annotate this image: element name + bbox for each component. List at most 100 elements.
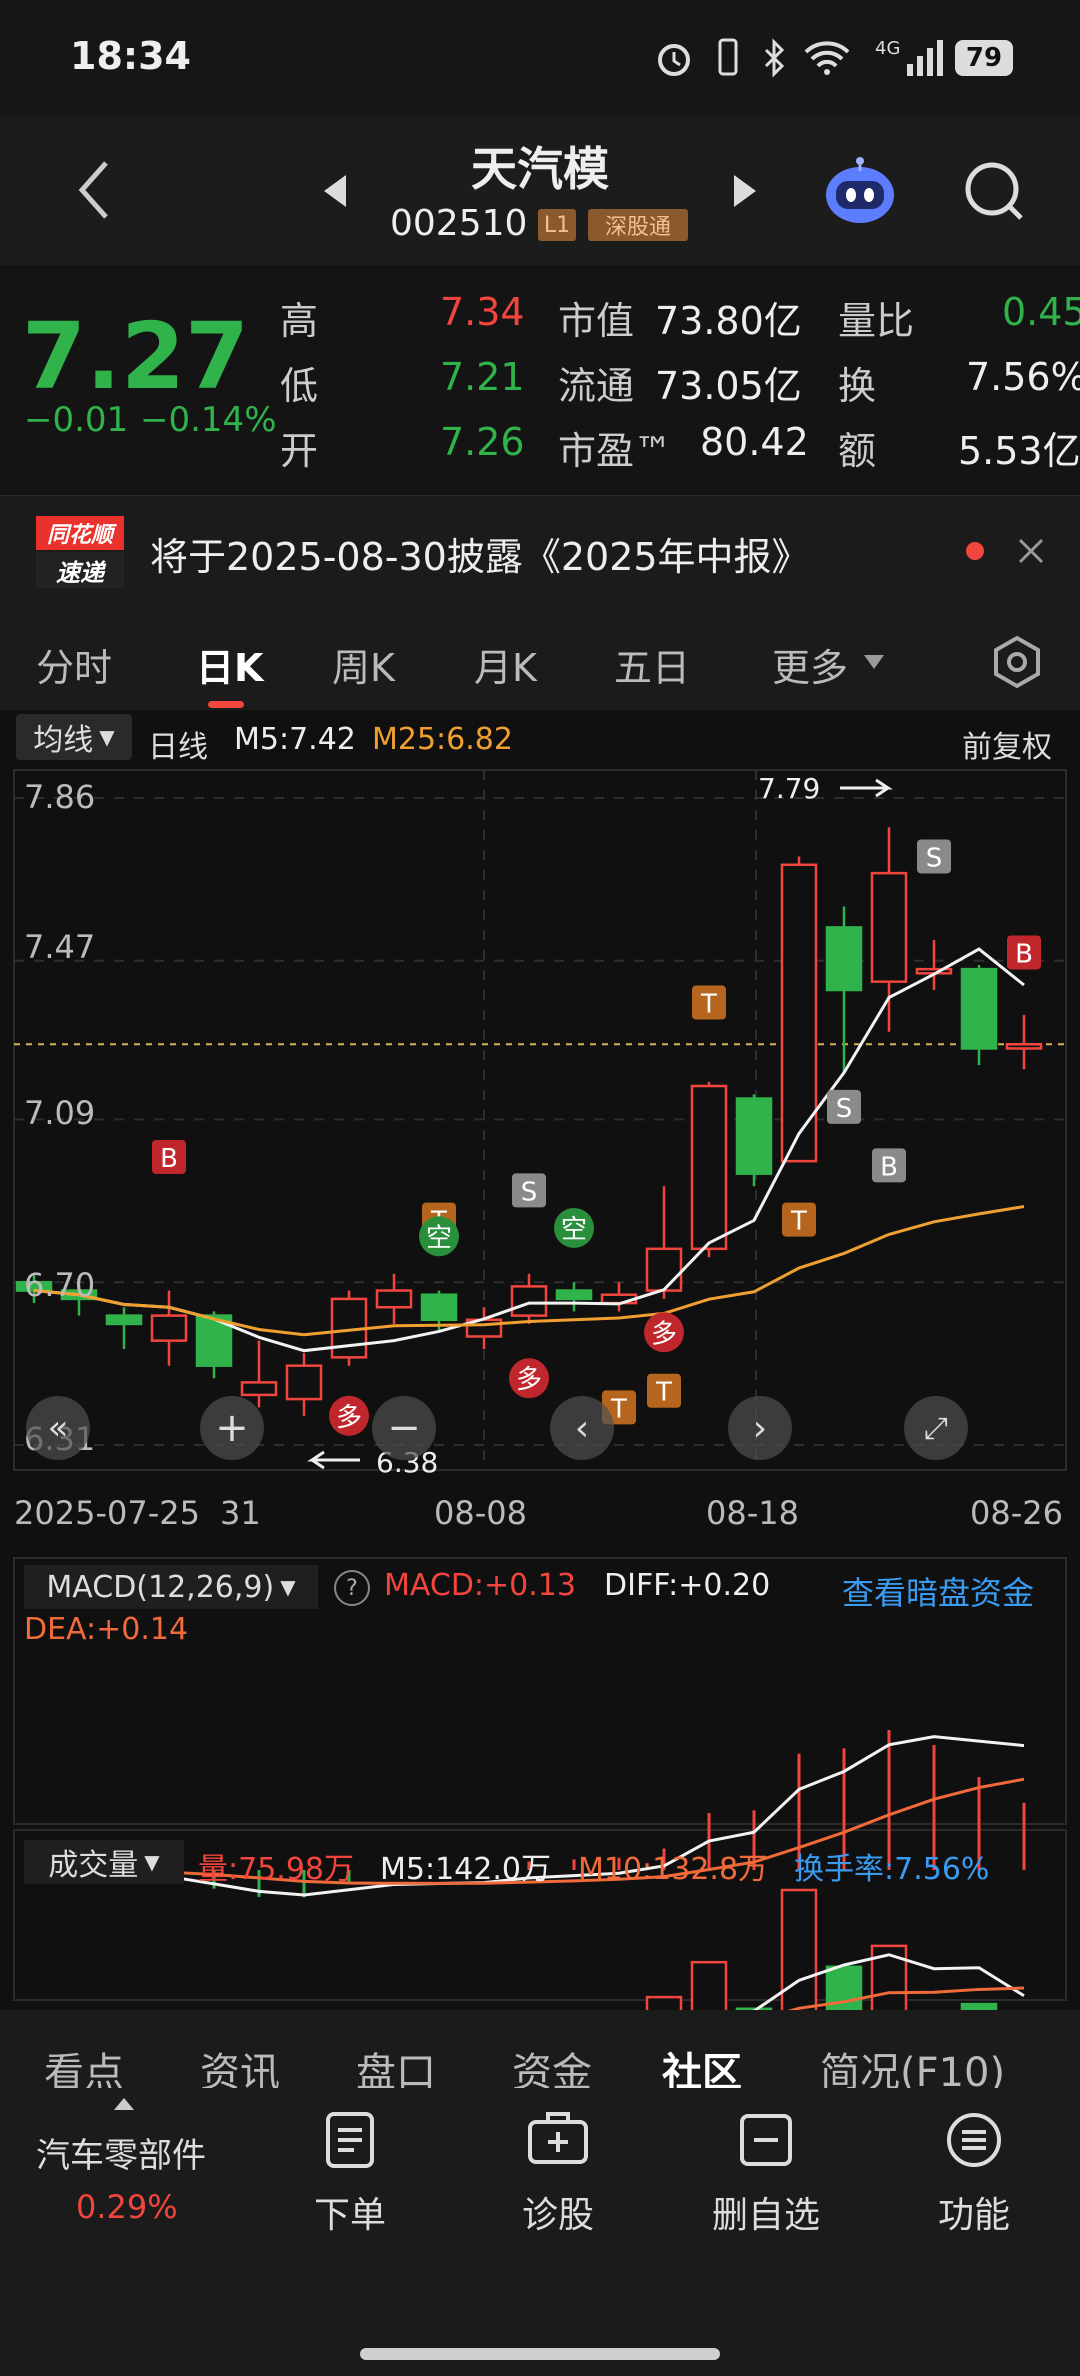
tab-daily-k[interactable]: 日K: [196, 637, 263, 692]
float-value: 73.05亿: [655, 364, 802, 408]
tab-intraday[interactable]: 分时: [36, 637, 112, 692]
max-price-label: 7.79: [758, 772, 821, 805]
settings-hexagon-icon[interactable]: [990, 635, 1044, 689]
high-value: 7.34: [440, 290, 525, 334]
next-stock-icon[interactable]: [730, 173, 760, 209]
order-button[interactable]: 下单: [314, 2186, 386, 2238]
amount-label: 额: [838, 429, 877, 473]
stock-name: 天汽模: [471, 142, 609, 196]
tab-f10[interactable]: 简况(F10): [820, 2040, 1005, 2088]
mcap-value: 73.80亿: [655, 299, 802, 343]
candle-body: [285, 1364, 323, 1401]
x-tick-label: 2025-07-25: [14, 1494, 200, 1532]
vibrate-icon: [710, 36, 746, 80]
home-indicator: [360, 2348, 720, 2360]
candle-body: [420, 1293, 458, 1322]
network-label: 4G: [875, 38, 901, 59]
x-tick-label: 08-18: [706, 1494, 799, 1532]
amount-value: 5.53亿: [958, 429, 1080, 473]
tab-news[interactable]: 资讯: [200, 2040, 280, 2088]
mcap-label: 市值: [558, 299, 635, 343]
price-change: −0.01: [24, 400, 129, 440]
zoom-out-icon[interactable]: −: [372, 1396, 436, 1460]
tab-monthly-k[interactable]: 月K: [474, 637, 537, 692]
zoom-in-icon[interactable]: +: [200, 1396, 264, 1460]
remove-watchlist-icon: [738, 2110, 794, 2170]
chevron-left-icon[interactable]: ‹: [550, 1396, 614, 1460]
fullscreen-icon[interactable]: ⤢: [904, 1396, 968, 1460]
wifi-icon: [802, 38, 852, 78]
max-arrow-icon: [840, 778, 893, 798]
pe-value: 80.42: [700, 420, 809, 464]
status-time: 18:34: [70, 34, 191, 78]
diff-value: DIFF:+0.20: [604, 1568, 771, 1603]
min-arrow-icon: [307, 1450, 360, 1470]
candle-body: [960, 967, 998, 1050]
candle-body: [105, 1314, 143, 1326]
volume-value: 量:75.98万: [198, 1852, 354, 1887]
tab-funds[interactable]: 资金: [512, 2040, 592, 2088]
robot-assistant-icon[interactable]: [820, 151, 900, 231]
y-tick-label: 7.47: [24, 928, 96, 966]
dea-value: DEA:+0.14: [24, 1612, 189, 1647]
price-change-pct: −0.14%: [140, 400, 277, 440]
status-bar: 18:34 4G 79: [0, 0, 1080, 115]
help-icon[interactable]: ?: [334, 1570, 370, 1606]
tab-five-day[interactable]: 五日: [614, 637, 690, 692]
signal-marker-label: 空: [561, 1215, 587, 1245]
dark-pool-link[interactable]: 查看暗盘资金: [842, 1568, 1034, 1614]
signal-marker-label: B: [880, 1152, 898, 1182]
level-badge: L1: [538, 209, 576, 241]
diagnose-button[interactable]: 诊股: [522, 2186, 594, 2238]
tab-community[interactable]: 社区: [662, 2040, 742, 2088]
ths-express-logo: 同花顺 速递: [36, 516, 124, 588]
back-icon[interactable]: [70, 155, 120, 225]
candle-body: [510, 1285, 548, 1317]
remove-watchlist-button[interactable]: 删自选: [712, 2186, 820, 2238]
volume-select[interactable]: 成交量 ▼: [24, 1840, 184, 1884]
search-icon[interactable]: [962, 159, 1026, 223]
earnings-notice[interactable]: 同花顺 速递 将于2025-08-30披露《2025年中报》: [0, 495, 1080, 607]
signal-marker-label: S: [836, 1094, 853, 1124]
signal-marker-label: 多: [336, 1403, 362, 1433]
vol-ratio-label: 量比: [838, 299, 915, 343]
candle-body: [375, 1289, 413, 1309]
signal-marker-label: T: [700, 990, 717, 1020]
signal-marker-label: 多: [516, 1365, 542, 1395]
volume-m10: M10:132.8万: [578, 1852, 769, 1887]
x-tick-label: 31: [220, 1494, 261, 1532]
pe-label: 市盈™: [558, 429, 673, 473]
chevron-up-icon: [112, 2096, 136, 2112]
tab-highlights[interactable]: 看点: [44, 2040, 124, 2088]
tab-weekly-k[interactable]: 周K: [332, 637, 395, 692]
signal-marker-label: T: [790, 1207, 807, 1237]
candle-body: [870, 871, 908, 983]
chevron-right-icon[interactable]: ›: [728, 1396, 792, 1460]
close-icon[interactable]: [1016, 536, 1046, 566]
signal-marker-label: 空: [426, 1223, 452, 1253]
sector-name[interactable]: 汽车零部件: [36, 2128, 206, 2177]
tab-more[interactable]: 更多: [772, 637, 848, 692]
bottom-nav: 汽车零部件 0.29% 下单 诊股 删自选 功能: [0, 2088, 1080, 2376]
functions-button[interactable]: 功能: [938, 2186, 1010, 2238]
diagnose-icon: [526, 2110, 590, 2170]
prev-stock-icon[interactable]: [320, 173, 350, 209]
x-tick-label: 08-08: [434, 1494, 527, 1532]
signal-icon: [905, 38, 945, 78]
signal-marker-label: B: [1015, 939, 1033, 969]
high-label: 高: [280, 299, 319, 343]
stock-header: 天汽模 002510 L1 深股通: [0, 115, 1080, 265]
lower-tabs: 看点 资讯 盘口 资金 社区 简况(F10): [0, 2010, 1080, 2088]
open-value: 7.26: [440, 420, 525, 464]
chevron-down-icon: ▼: [280, 1575, 296, 1599]
zoom-left-fast-icon[interactable]: «: [26, 1396, 90, 1460]
volume-m5: M5:142.0万: [380, 1852, 551, 1887]
notice-text: 将于2025-08-30披露《2025年中报》: [150, 535, 810, 579]
y-tick-label: 6.70: [24, 1266, 96, 1304]
tab-order-book[interactable]: 盘口: [356, 2040, 436, 2088]
candle-body: [1005, 1043, 1043, 1050]
signal-marker-label: S: [926, 843, 943, 873]
candle-body: [240, 1381, 278, 1397]
sector-change: 0.29%: [76, 2188, 178, 2226]
macd-select[interactable]: MACD(12,26,9) ▼: [24, 1565, 318, 1609]
